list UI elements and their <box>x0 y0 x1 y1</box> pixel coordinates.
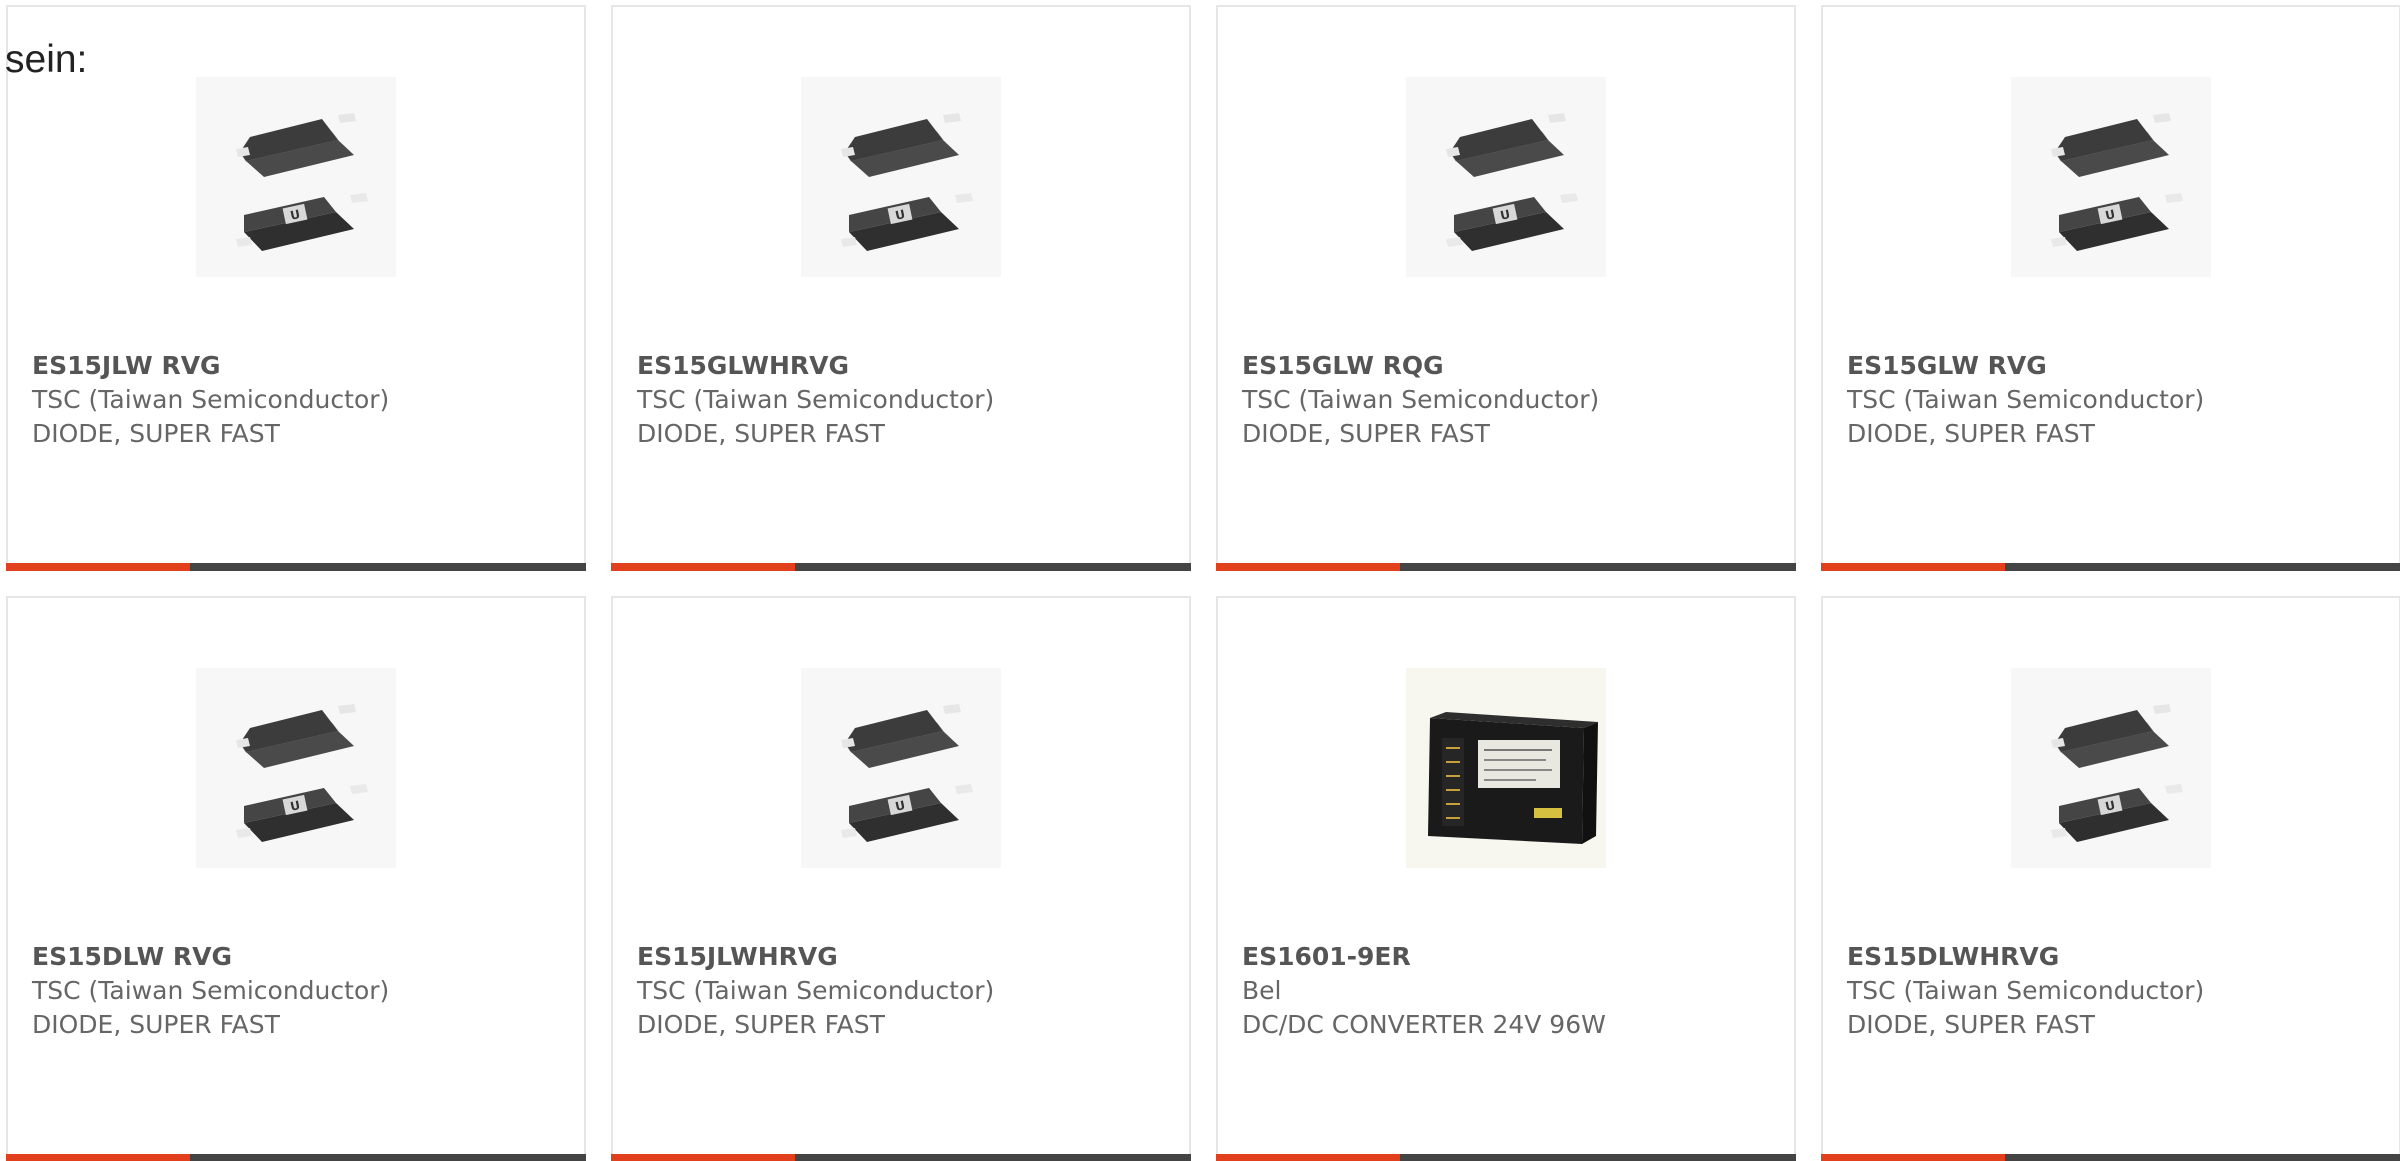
product-card[interactable]: ES1601-9ER Bel DC/DC CONVERTER 24V 96W <box>1216 596 1796 1161</box>
product-manufacturer: TSC (Taiwan Semiconductor) <box>637 976 995 1005</box>
card-bottom-bar <box>611 563 1191 571</box>
product-card[interactable]: ES15GLWHRVG TSC (Taiwan Semiconductor) DIO… <box>611 5 1191 571</box>
product-info: ES15DLWHRVG TSC (Taiwan Semiconductor) DIO… <box>1847 940 2204 1042</box>
product-manufacturer: TSC (Taiwan Semiconductor) <box>1847 385 2205 414</box>
card-bottom-bar <box>1821 1154 2400 1161</box>
card-bottom-bar <box>1216 1154 1796 1161</box>
card-bottom-bar <box>6 563 586 571</box>
card-accent-bar <box>611 1154 795 1161</box>
product-description: DIODE, SUPER FAST <box>32 1010 280 1039</box>
card-bottom-bar <box>1821 563 2400 571</box>
diode-product-image[interactable] <box>196 668 396 868</box>
product-part-number[interactable]: ES15GLW RQG <box>1242 349 1599 383</box>
card-accent-bar <box>6 1154 190 1161</box>
product-part-number[interactable]: ES15GLWHRVG <box>637 349 994 383</box>
card-accent-bar <box>611 563 795 571</box>
lead-text: sein: <box>5 38 88 81</box>
product-card[interactable]: ES15DLWHRVG TSC (Taiwan Semiconductor) DIO… <box>1821 596 2400 1161</box>
product-description: DIODE, SUPER FAST <box>32 419 280 448</box>
product-part-number[interactable]: ES15DLW RVG <box>32 940 389 974</box>
diode-product-image[interactable] <box>1406 77 1606 277</box>
product-description: DIODE, SUPER FAST <box>637 1010 885 1039</box>
product-manufacturer: TSC (Taiwan Semiconductor) <box>637 385 995 414</box>
product-description: DC/DC CONVERTER 24V 96W <box>1242 1010 1606 1039</box>
product-part-number[interactable]: ES15DLWHRVG <box>1847 940 2204 974</box>
card-accent-bar <box>1216 1154 1400 1161</box>
product-description: DIODE, SUPER FAST <box>1847 419 2095 448</box>
product-manufacturer: TSC (Taiwan Semiconductor) <box>32 976 390 1005</box>
product-part-number[interactable]: ES1601-9ER <box>1242 940 1606 974</box>
product-info: ES15DLW RVG TSC (Taiwan Semiconductor) DIO… <box>32 940 389 1042</box>
diode-product-image[interactable] <box>196 77 396 277</box>
product-card[interactable]: ES15GLW RVG TSC (Taiwan Semiconductor) DIO… <box>1821 5 2400 571</box>
product-info: ES15GLWHRVG TSC (Taiwan Semiconductor) DIO… <box>637 349 994 451</box>
card-accent-bar <box>1216 563 1400 571</box>
product-manufacturer: Bel <box>1242 976 1282 1005</box>
product-card[interactable]: ES15JLWHRVG TSC (Taiwan Semiconductor) DIO… <box>611 596 1191 1161</box>
product-card[interactable]: ES15JLW RVG TSC (Taiwan Semiconductor) DIO… <box>6 5 586 571</box>
product-results-page: sein: ES15JLW RVG TSC (Taiwan Semiconduct… <box>0 0 2400 1161</box>
product-description: DIODE, SUPER FAST <box>1242 419 1490 448</box>
product-part-number[interactable]: ES15JLW RVG <box>32 349 389 383</box>
product-manufacturer: TSC (Taiwan Semiconductor) <box>1242 385 1600 414</box>
product-part-number[interactable]: ES15GLW RVG <box>1847 349 2204 383</box>
diode-product-image[interactable] <box>801 77 1001 277</box>
product-part-number[interactable]: ES15JLWHRVG <box>637 940 994 974</box>
product-card[interactable]: ES15DLW RVG TSC (Taiwan Semiconductor) DIO… <box>6 596 586 1161</box>
product-manufacturer: TSC (Taiwan Semiconductor) <box>32 385 390 414</box>
card-bottom-bar <box>1216 563 1796 571</box>
product-description: DIODE, SUPER FAST <box>1847 1010 2095 1039</box>
card-accent-bar <box>1821 563 2005 571</box>
product-info: ES1601-9ER Bel DC/DC CONVERTER 24V 96W <box>1242 940 1606 1042</box>
card-accent-bar <box>6 563 190 571</box>
product-description: DIODE, SUPER FAST <box>637 419 885 448</box>
product-info: ES15GLW RQG TSC (Taiwan Semiconductor) DIO… <box>1242 349 1599 451</box>
card-bottom-bar <box>611 1154 1191 1161</box>
diode-product-image[interactable] <box>2011 668 2211 868</box>
card-bottom-bar <box>6 1154 586 1161</box>
product-grid: ES15JLW RVG TSC (Taiwan Semiconductor) DIO… <box>6 5 2400 1161</box>
diode-product-image[interactable] <box>2011 77 2211 277</box>
product-info: ES15JLW RVG TSC (Taiwan Semiconductor) DIO… <box>32 349 389 451</box>
product-card[interactable]: ES15GLW RQG TSC (Taiwan Semiconductor) DIO… <box>1216 5 1796 571</box>
product-info: ES15JLWHRVG TSC (Taiwan Semiconductor) DIO… <box>637 940 994 1042</box>
product-manufacturer: TSC (Taiwan Semiconductor) <box>1847 976 2205 1005</box>
card-accent-bar <box>1821 1154 2005 1161</box>
converter-product-image[interactable] <box>1406 668 1606 868</box>
diode-product-image[interactable] <box>801 668 1001 868</box>
product-info: ES15GLW RVG TSC (Taiwan Semiconductor) DIO… <box>1847 349 2204 451</box>
